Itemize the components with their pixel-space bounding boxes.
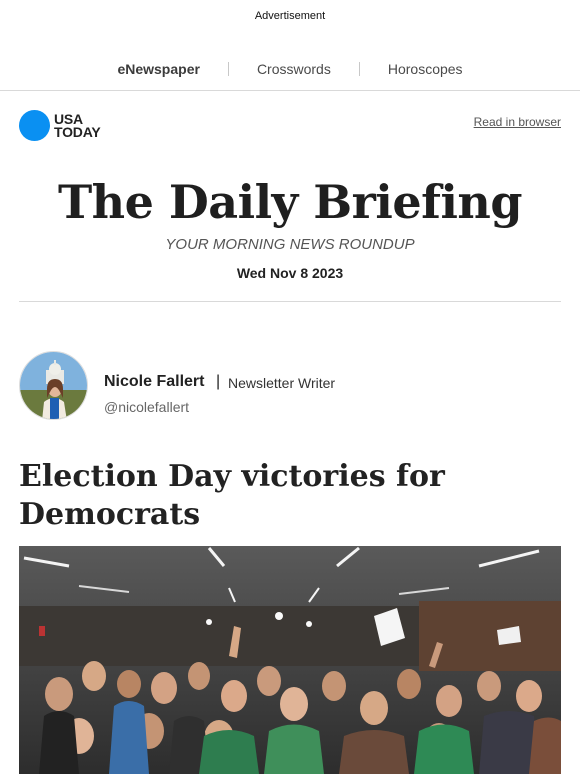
- article-photo[interactable]: [19, 546, 561, 774]
- election-crowd-image: [19, 546, 561, 774]
- author-role: Newsletter Writer: [228, 375, 336, 391]
- newsletter-tagline: YOUR MORNING NEWS ROUNDUP: [165, 236, 415, 253]
- logo-line-2: TODAY: [54, 123, 101, 140]
- read-in-browser-link[interactable]: Read in browser: [474, 115, 561, 129]
- author-name[interactable]: Nicole Fallert: [104, 373, 204, 391]
- top-navigation: eNewspaper Crosswords Horoscopes: [0, 58, 580, 80]
- header-divider: [0, 90, 580, 91]
- newsletter-title: The Daily Briefing: [57, 175, 523, 229]
- newsletter-date: Wed Nov 8 2023: [236, 265, 344, 281]
- nav-horoscopes[interactable]: Horoscopes: [360, 61, 491, 77]
- logo-wordmark: USA TODAY: [54, 112, 101, 140]
- masthead-divider: [19, 301, 561, 302]
- author-separator: |: [216, 373, 221, 390]
- article-headline[interactable]: Election Day victories for Democrats: [19, 458, 539, 534]
- logo-circle-icon: [19, 110, 50, 141]
- advertisement-label: Advertisement: [254, 10, 326, 22]
- author-photo: [20, 352, 87, 419]
- usa-today-logo[interactable]: USA TODAY: [19, 110, 101, 141]
- nav-enewspaper[interactable]: eNewspaper: [89, 61, 227, 77]
- author-avatar: [19, 351, 88, 420]
- nav-crosswords[interactable]: Crosswords: [229, 61, 359, 77]
- author-handle[interactable]: @nicolefallert: [104, 399, 189, 415]
